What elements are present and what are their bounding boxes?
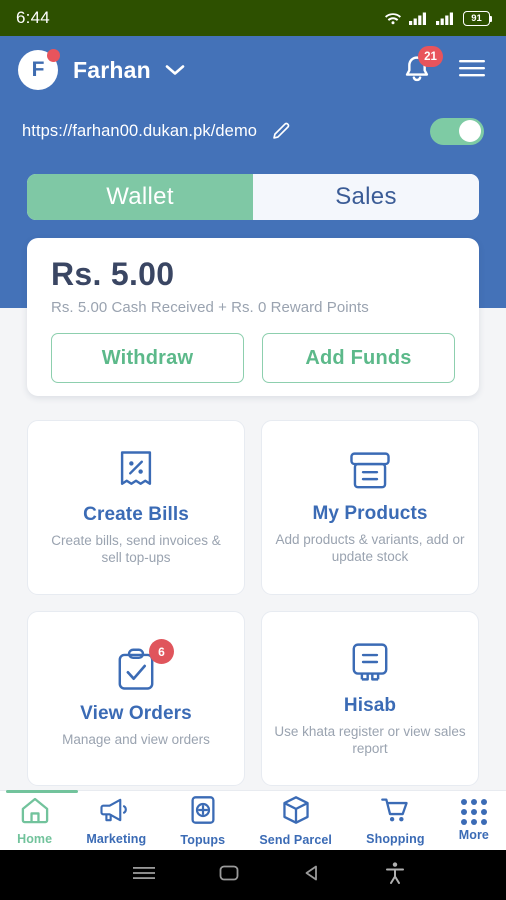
nav-item-marketing[interactable]: Marketing (69, 791, 163, 851)
tile-description: Use khata register or view sales report (274, 723, 466, 756)
android-system-nav (0, 850, 506, 900)
ledger-book-icon (349, 640, 391, 684)
wallet-balance-card: Rs. 5.00 Rs. 5.00 Cash Received + Rs. 0 … (27, 238, 479, 396)
tile-title: Create Bills (83, 503, 189, 525)
tab-sales[interactable]: Sales (253, 174, 479, 220)
accessibility-icon[interactable] (384, 861, 406, 890)
home-square-icon[interactable] (218, 862, 240, 889)
tab-wallet[interactable]: Wallet (27, 174, 253, 220)
nav-item-home[interactable]: Home (0, 789, 78, 851)
tile-title: Hisab (343, 694, 397, 716)
grid-dots-icon (460, 799, 487, 825)
tile-view-orders[interactable]: 6 View Orders Manage and view orders (27, 611, 245, 786)
shop-name: Farhan (73, 56, 151, 83)
status-time: 6:44 (16, 8, 50, 27)
nav-label: More (458, 828, 489, 842)
home-icon (20, 796, 50, 829)
megaphone-icon (100, 796, 132, 829)
nav-label: Marketing (86, 831, 147, 846)
nav-item-more[interactable]: More (442, 791, 506, 851)
wallet-sales-segmented-control: Wallet Sales (27, 174, 479, 220)
receipt-percent-icon (116, 449, 156, 493)
tile-description: Manage and view orders (62, 732, 210, 748)
app-screen: 6:44 91 F Farhan 21 https://farhan00.duk… (0, 0, 506, 900)
tile-hisab[interactable]: Hisab Use khata register or view sales r… (261, 611, 479, 786)
wallet-actions: Withdraw Add Funds (51, 333, 455, 383)
clipboard-check-icon: 6 (115, 639, 174, 692)
tile-create-bills[interactable]: Create Bills Create bills, send invoices… (27, 420, 245, 595)
signal-bars-icon (409, 12, 426, 25)
avatar[interactable]: F (18, 49, 60, 90)
notification-count-badge: 21 (418, 46, 443, 67)
nav-item-send-parcel[interactable]: Send Parcel (242, 791, 349, 851)
tile-description: Create bills, send invoices & sell top-u… (51, 532, 221, 565)
bottom-navigation-bar: Home Marketing Topups Send Parcel Shoppi… (0, 789, 506, 851)
recents-icon[interactable] (131, 863, 157, 888)
topup-plus-icon (190, 795, 216, 830)
add-funds-button[interactable]: Add Funds (262, 333, 455, 383)
parcel-box-icon (281, 795, 311, 830)
store-status-toggle[interactable] (430, 117, 484, 145)
toggle-knob (459, 120, 481, 142)
back-triangle-icon[interactable] (301, 862, 323, 889)
tile-description: Add products & variants, add or update s… (275, 531, 465, 564)
nav-label: Topups (180, 832, 226, 847)
store-url[interactable]: https://farhan00.dukan.pk/demo (22, 122, 257, 141)
active-tab-indicator (6, 789, 78, 793)
orders-count-badge: 6 (149, 639, 174, 665)
store-link-row: https://farhan00.dukan.pk/demo (0, 104, 506, 158)
pencil-edit-icon[interactable] (270, 120, 292, 142)
shopping-cart-icon (380, 796, 410, 829)
app-bar: F Farhan 21 (0, 36, 506, 104)
chevron-down-icon[interactable] (164, 63, 186, 77)
tile-title: View Orders (80, 703, 192, 725)
tile-my-products[interactable]: My Products Add products & variants, add… (261, 420, 479, 595)
system-status-bar: 6:44 91 (0, 0, 506, 36)
system-nav-buttons (0, 861, 506, 890)
archive-box-icon (348, 450, 392, 492)
hamburger-menu-icon[interactable] (456, 56, 488, 85)
status-icons: 91 (384, 10, 492, 26)
signal-bars-icon (436, 12, 453, 25)
nav-label: Shopping (366, 831, 425, 846)
wallet-breakdown: Rs. 5.00 Cash Received + Rs. 0 Reward Po… (51, 299, 369, 316)
tile-title: My Products (312, 502, 428, 524)
battery-indicator: 91 (463, 10, 492, 26)
notifications-button[interactable]: 21 (400, 46, 443, 87)
avatar-status-dot-icon (47, 49, 60, 62)
nav-label: Send Parcel (259, 832, 333, 847)
wifi-icon (385, 13, 401, 25)
nav-item-shopping[interactable]: Shopping (349, 791, 442, 851)
feature-tiles-grid: Create Bills Create bills, send invoices… (27, 420, 479, 786)
withdraw-button[interactable]: Withdraw (51, 333, 244, 383)
wallet-amount: Rs. 5.00 (51, 256, 175, 292)
nav-label: Home (17, 831, 53, 846)
nav-item-topups[interactable]: Topups (163, 791, 242, 851)
